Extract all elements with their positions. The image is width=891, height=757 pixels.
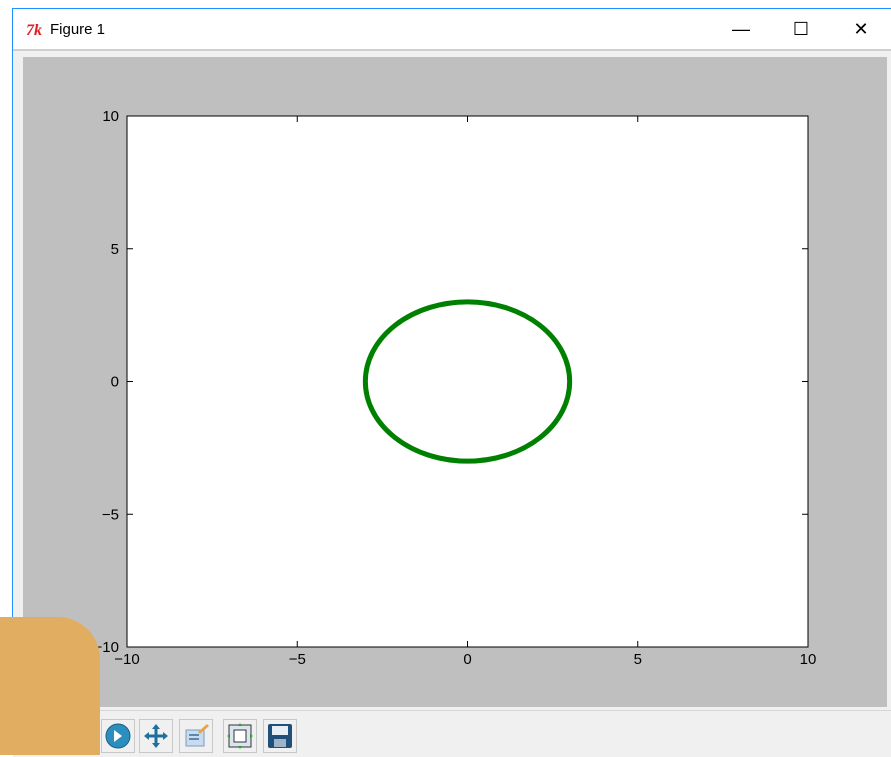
minimize-button[interactable]: —: [710, 9, 772, 49]
maximize-icon: ☐: [792, 18, 810, 39]
navigation-toolbar: [13, 710, 891, 757]
x-tick-label: 10: [800, 651, 817, 668]
y-tick-label: 10: [102, 108, 119, 125]
overlay-panel: [0, 617, 100, 755]
x-tick-label: 5: [634, 651, 642, 668]
maximize-button[interactable]: ☐: [770, 9, 832, 49]
y-tick-label: −5: [102, 506, 119, 523]
subplots-icon: [227, 723, 253, 749]
figure-canvas[interactable]: −10 −5 0 5 10 −10 −5 0 5 10: [23, 57, 887, 707]
pan-button[interactable]: [139, 719, 173, 753]
x-tick-label: 0: [463, 651, 471, 668]
y-tick-label: 0: [111, 374, 119, 391]
window-title: Figure 1: [50, 21, 106, 38]
forward-icon: [105, 723, 131, 749]
title-bar[interactable]: 7k Figure 1 — ☐ ✕: [13, 9, 891, 49]
title-separator: [13, 49, 891, 51]
zoom-button[interactable]: [179, 719, 213, 753]
close-button[interactable]: ✕: [830, 9, 891, 49]
subplots-button[interactable]: [223, 719, 257, 753]
tk-icon: 7k: [26, 22, 42, 38]
figure-window: 7k Figure 1 — ☐ ✕ −10 −5 0 5 10 −10 −5 0 5 10: [12, 8, 891, 757]
plot-svg: −10 −5 0 5 10−10−50510: [94, 108, 817, 668]
zoom-icon: [185, 724, 209, 747]
x-tick-label: −5: [289, 651, 306, 668]
axes-frame: [126, 115, 809, 648]
y-tick-label: 5: [111, 241, 119, 258]
forward-button[interactable]: [101, 719, 135, 753]
svg-text:7k: 7k: [26, 22, 42, 38]
minimize-icon: —: [732, 18, 750, 39]
save-icon: [268, 724, 292, 748]
pan-icon: [144, 724, 168, 748]
close-icon: ✕: [853, 18, 869, 39]
save-button[interactable]: [263, 719, 297, 753]
